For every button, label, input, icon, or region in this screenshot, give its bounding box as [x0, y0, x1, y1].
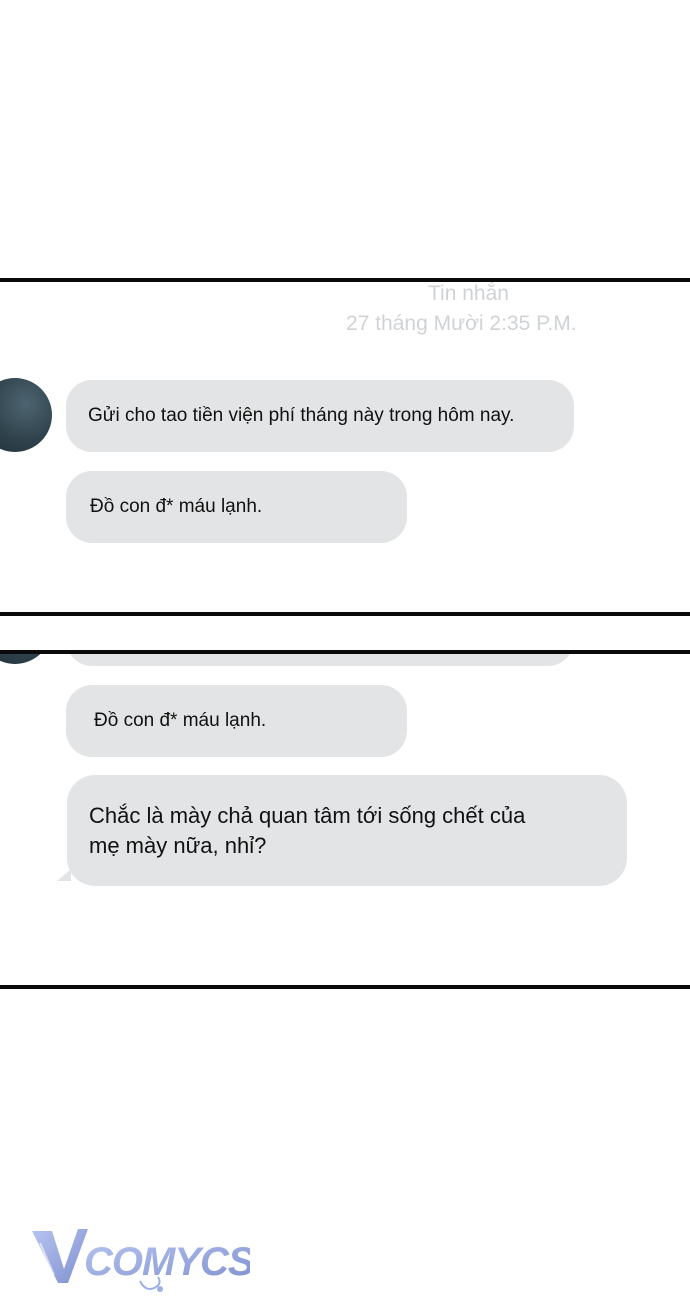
message-text: Đồ con đ* máu lạnh. — [90, 496, 263, 517]
message-bubble[interactable]: Gửi cho tao tiền viện phí tháng này tron… — [66, 380, 574, 452]
message-bubble[interactable]: Chắc là mày chả quan tâm tới sống chết c… — [67, 775, 627, 886]
message-text: Gửi cho tao tiền viện phí tháng này tron… — [88, 405, 515, 426]
message-text: Đồ con đ* máu lạnh. — [94, 710, 267, 731]
avatar[interactable] — [0, 378, 52, 452]
bubble-tail — [57, 869, 71, 881]
svg-text:COMYCS: COMYCS — [84, 1240, 250, 1284]
chat-panel-1: Tin nhắn 27 tháng Mười 2:35 P.M. Gửi cho… — [0, 282, 690, 612]
message-timestamp: 27 tháng Mười 2:35 P.M. — [346, 312, 577, 335]
watermark-logo-image: COMYCS — [32, 1229, 256, 1292]
chat-title: Tin nhắn — [428, 282, 509, 305]
message-bubble[interactable]: Đồ con đ* máu lạnh. — [66, 685, 407, 757]
panel-border-bottom — [0, 985, 690, 989]
message-bubble-partial — [66, 654, 574, 666]
message-bubble[interactable]: Đồ con đ* máu lạnh. — [66, 471, 407, 543]
message-text: Chắc là mày chả quan tâm tới sống chết c… — [89, 802, 526, 858]
panel-border-bottom — [0, 612, 690, 616]
watermark-logo: COMYCS — [30, 1225, 256, 1302]
chat-panel-2: Đồ con đ* máu lạnh. Chắc là mày chả quan… — [0, 654, 690, 985]
avatar[interactable] — [0, 654, 52, 664]
